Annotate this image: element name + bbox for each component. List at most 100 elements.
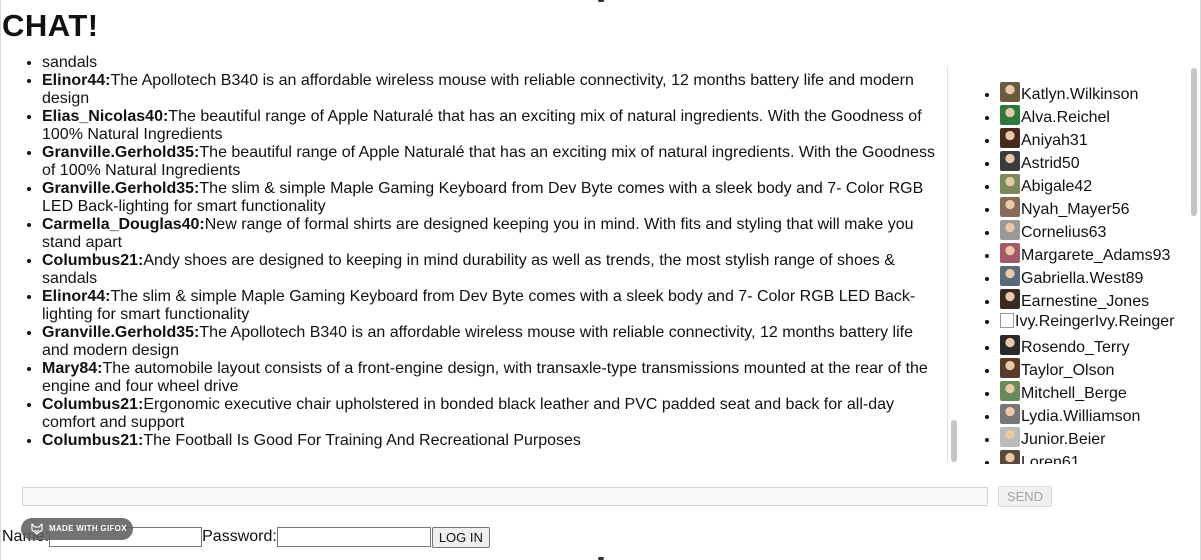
fox-icon: [31, 523, 43, 535]
message-item: Columbus21:Ergonomic executive chair uph…: [42, 396, 947, 432]
user-name: Rosendo_Terry: [1021, 339, 1130, 356]
send-button[interactable]: SEND: [998, 486, 1052, 507]
user-name: Aniyah31: [1021, 132, 1088, 149]
user-name: Alva.Reichel: [1021, 109, 1110, 126]
message-text: The beautiful range of Apple Naturalé th…: [42, 108, 922, 143]
password-input[interactable]: [276, 527, 431, 547]
user-list-item[interactable]: Loren61: [1000, 450, 1187, 464]
avatar: [1000, 197, 1020, 217]
user-list-item[interactable]: Alva.Reichel: [1000, 105, 1187, 128]
user-list-item[interactable]: Abigale42: [1000, 174, 1187, 197]
avatar: [1000, 427, 1020, 447]
message-item: Granville.Gerhold35:The beautiful range …: [42, 144, 947, 180]
message-list: sandalsElinor44:The Apollotech B340 is a…: [1, 54, 947, 450]
message-list-scrollbar[interactable]: [948, 66, 960, 464]
drag-handle-top: [598, 0, 604, 2]
message-text: The slim & simple Maple Gaming Keyboard …: [42, 288, 916, 323]
avatar: [1000, 266, 1020, 286]
avatar: [1000, 220, 1020, 240]
page-title: CHAT!: [2, 8, 99, 43]
avatar: [1000, 289, 1020, 309]
message-author: Granville.Gerhold35:: [42, 180, 200, 197]
avatar: [1000, 243, 1020, 263]
user-list-item[interactable]: Katlyn.Wilkinson: [1000, 82, 1187, 105]
user-list-item[interactable]: Taylor_Olson: [1000, 358, 1187, 381]
message-list-scrollbar-thumb[interactable]: [951, 420, 957, 462]
message-text: The Apollotech B340 is an affordable wir…: [42, 72, 914, 107]
user-name: Nyah_Mayer56: [1021, 201, 1130, 218]
avatar: [1000, 450, 1020, 464]
message-item: sandals: [42, 54, 947, 72]
message-item: Elinor44:The slim & simple Maple Gaming …: [42, 288, 947, 324]
message-author: Mary84:: [42, 360, 103, 377]
user-name: Lydia.Williamson: [1021, 408, 1141, 425]
user-list-item[interactable]: Ivy.ReingerIvy.Reinger: [1000, 312, 1187, 335]
avatar: [1000, 82, 1020, 102]
message-author: Columbus21:: [42, 396, 144, 413]
user-name: Mitchell_Berge: [1021, 385, 1127, 402]
user-list-item[interactable]: Aniyah31: [1000, 128, 1187, 151]
avatar: [1000, 404, 1020, 424]
message-author: Columbus21:: [42, 432, 144, 449]
user-name: Loren61: [1021, 454, 1080, 464]
message-item: Carmella_Douglas40:New range of formal s…: [42, 216, 947, 252]
message-item: Columbus21:Andy shoes are designed to ke…: [42, 252, 947, 288]
avatar: [1000, 128, 1020, 148]
user-list-item[interactable]: Junior.Beier: [1000, 427, 1187, 450]
user-name: Margarete_Adams93: [1021, 247, 1171, 264]
message-text: The automobile layout consists of a fron…: [42, 360, 928, 395]
avatar: [1000, 151, 1020, 171]
gifox-watermark: MADE WITH GIFOX: [21, 518, 133, 540]
watermark-text: MADE WITH GIFOX: [49, 524, 127, 533]
user-list-item[interactable]: Astrid50: [1000, 151, 1187, 174]
message-item: Mary84:The automobile layout consists of…: [42, 360, 947, 396]
user-name: Abigale42: [1021, 178, 1093, 195]
message-text: The Football Is Good For Training And Re…: [143, 432, 581, 449]
message-author: Granville.Gerhold35:: [42, 144, 200, 161]
message-text: Ergonomic executive chair upholstered in…: [42, 396, 895, 431]
password-label: Password:: [202, 528, 277, 545]
user-name: Taylor_Olson: [1021, 362, 1115, 379]
user-list-item[interactable]: Lydia.Williamson: [1000, 404, 1187, 427]
message-author: Elinor44:: [42, 72, 111, 89]
avatar: [1000, 381, 1020, 401]
message-author: Granville.Gerhold35:: [42, 324, 200, 341]
user-name: Katlyn.Wilkinson: [1021, 86, 1139, 103]
message-list-pane[interactable]: sandalsElinor44:The Apollotech B340 is a…: [1, 54, 947, 464]
user-list-scrollbar-thumb[interactable]: [1191, 68, 1197, 216]
message-author: Elinor44:: [42, 288, 111, 305]
user-name: Earnestine_Jones: [1021, 293, 1150, 310]
message-text: Andy shoes are designed to keeping in mi…: [42, 252, 895, 287]
avatar: [1000, 335, 1020, 355]
broken-image-icon: [1000, 313, 1014, 328]
message-author: Elias_Nicolas40:: [42, 108, 169, 125]
user-list-item[interactable]: Mitchell_Berge: [1000, 381, 1187, 404]
user-list: Katlyn.Wilkinson Alva.Reichel Aniyah31 Astr…: [961, 66, 1187, 464]
user-list-item[interactable]: Nyah_Mayer56: [1000, 197, 1187, 220]
user-list-scrollbar[interactable]: [1188, 66, 1200, 464]
message-input[interactable]: [22, 487, 988, 506]
user-list-item[interactable]: Earnestine_Jones: [1000, 289, 1187, 312]
user-name: Astrid50: [1021, 155, 1080, 172]
user-list-item[interactable]: Gabriella.West89: [1000, 266, 1187, 289]
user-list-item[interactable]: Cornelius63: [1000, 220, 1187, 243]
message-item: Granville.Gerhold35:The slim & simple Ma…: [42, 180, 947, 216]
avatar: [1000, 105, 1020, 125]
avatar: [1000, 174, 1020, 194]
message-item: Elinor44:The Apollotech B340 is an affor…: [42, 72, 947, 108]
message-item: Columbus21:The Football Is Good For Trai…: [42, 432, 947, 450]
message-item: Granville.Gerhold35:The Apollotech B340 …: [42, 324, 947, 360]
message-author: Columbus21:: [42, 252, 144, 269]
user-name: Gabriella.West89: [1021, 270, 1144, 287]
user-list-pane[interactable]: Katlyn.Wilkinson Alva.Reichel Aniyah31 Astr…: [961, 66, 1187, 464]
chat-page: CHAT! sandalsElinor44:The Apollotech B34…: [0, 0, 1201, 560]
user-list-item[interactable]: Rosendo_Terry: [1000, 335, 1187, 358]
avatar-alt-text: Ivy.Reinger: [1015, 313, 1095, 330]
message-item: Elias_Nicolas40:The beautiful range of A…: [42, 108, 947, 144]
login-button[interactable]: LOG IN: [431, 527, 490, 548]
user-name: Cornelius63: [1021, 224, 1107, 241]
message-author: Carmella_Douglas40:: [42, 216, 205, 233]
avatar: [1000, 358, 1020, 378]
user-name: Junior.Beier: [1021, 431, 1106, 448]
user-list-item[interactable]: Margarete_Adams93: [1000, 243, 1187, 266]
